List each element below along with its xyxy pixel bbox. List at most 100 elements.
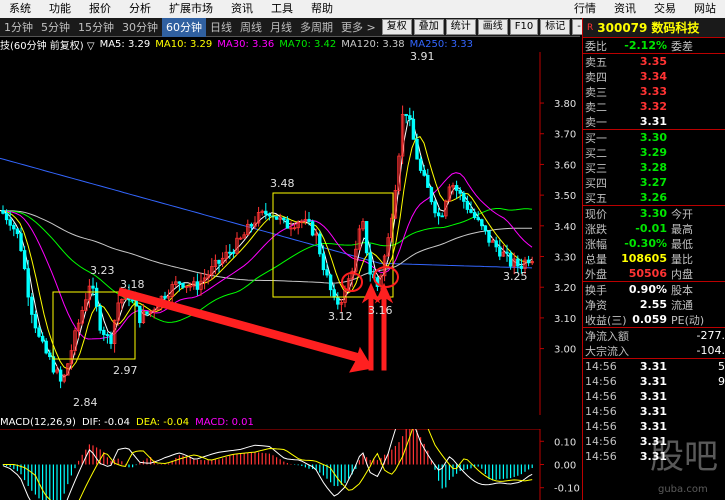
- r-badge: R: [587, 22, 594, 33]
- candle-body: [98, 306, 102, 331]
- toolbar-button-3[interactable]: 画线: [477, 19, 508, 35]
- buy-price: 3.26: [639, 191, 667, 204]
- buy-row: 买二 3.29: [583, 145, 725, 160]
- toolbar-button-1[interactable]: 叠加: [413, 19, 444, 35]
- candle-body: [91, 285, 95, 289]
- tick-row: 14:56 3.31: [583, 389, 725, 404]
- candle-body: [195, 281, 200, 290]
- stat2-label: 净资: [585, 298, 607, 312]
- menu-item-6[interactable]: 工具: [262, 0, 302, 18]
- menu-item-0[interactable]: 系统: [0, 0, 40, 18]
- stat-label-2: 最高: [671, 222, 693, 236]
- tick-time: 14:56: [585, 390, 617, 403]
- tick-volume: 9: [718, 375, 725, 388]
- price-annotation: 2.97: [113, 364, 138, 377]
- macd-y-tick: -0.10: [554, 484, 580, 495]
- price-annotation: 3.25: [503, 270, 528, 283]
- buy-price: 3.30: [639, 131, 667, 144]
- menu-item-2[interactable]: 报价: [80, 0, 120, 18]
- macd-title[interactable]: MACD(12,26,9): [0, 417, 76, 428]
- candle-body: [476, 217, 480, 221]
- menu-right-item-1[interactable]: 资讯: [605, 0, 645, 18]
- tick-time: 14:56: [585, 450, 617, 463]
- candle-body: [519, 265, 524, 269]
- stat-label: 涨幅: [585, 237, 607, 251]
- menu-item-4[interactable]: 扩展市场: [160, 0, 222, 18]
- toolbar-button-5[interactable]: 标记: [540, 19, 571, 35]
- buy-label: 买四: [585, 176, 607, 190]
- menu-item-1[interactable]: 功能: [40, 0, 80, 18]
- flow-value: -277.: [696, 329, 725, 342]
- stat-label: 外盘: [585, 267, 607, 281]
- menu-item-3[interactable]: 分析: [120, 0, 160, 18]
- toolbar-button-0[interactable]: 复权: [381, 19, 412, 35]
- candle-body: [44, 340, 48, 354]
- weicha-label: 委差: [671, 39, 693, 53]
- stat-label-2: 最低: [671, 237, 693, 251]
- stat-row: 涨幅 -0.30% 最低: [583, 236, 725, 251]
- menu-right-item-0[interactable]: 行情: [565, 0, 605, 18]
- menu-item-7[interactable]: 帮助: [302, 0, 342, 18]
- flow-row: 净流入额 -277.: [583, 328, 725, 343]
- candle-body: [469, 209, 473, 213]
- sell-label: 卖四: [585, 70, 607, 84]
- period-tab-6[interactable]: 周线: [236, 18, 266, 37]
- chart-title[interactable]: 技(60分钟 前复权) ▽: [0, 37, 95, 52]
- stat2-row: 净资 2.55 流通: [583, 297, 725, 312]
- price-annotation: 3.23: [90, 264, 115, 277]
- price-annotation: 3.48: [270, 177, 295, 190]
- candle-body: [228, 251, 232, 254]
- y-tick-label: 3.50: [554, 191, 576, 202]
- menu-right-item-2[interactable]: 交易: [645, 0, 685, 18]
- stat-label: 总量: [585, 252, 607, 266]
- toolbar-button-2[interactable]: 统计: [445, 19, 476, 35]
- candle-body: [472, 212, 477, 218]
- buy-label: 买二: [585, 146, 607, 160]
- period-tab-0[interactable]: 1分钟: [0, 18, 37, 37]
- weibi-row: 委比 -2.12% 委差: [583, 38, 725, 53]
- stat2-row: 换手 0.90% 股本: [583, 282, 725, 297]
- stat-label: 现价: [585, 207, 607, 221]
- quote-panel: R 300079 数码科技 委比 -2.12% 委差 卖五 3.35 卖四 3.34 卖…: [582, 18, 725, 500]
- period-tab-3[interactable]: 30分钟: [118, 18, 162, 37]
- stat2-row: 收益(三) 0.059 PE(动): [583, 312, 725, 327]
- period-tab-5[interactable]: 日线: [206, 18, 236, 37]
- ma5-label: MA5: 3.29: [99, 39, 151, 50]
- toolbar-button-4[interactable]: F10: [509, 19, 539, 35]
- dif-label: DIF: -0.04: [81, 417, 130, 428]
- macd-y-tick: 0.10: [554, 437, 576, 448]
- menu-right-item-3[interactable]: 网站: [685, 0, 725, 18]
- candle-body: [285, 219, 290, 229]
- macd-value-label: MACD: 0.01: [195, 417, 254, 428]
- sell-label: 卖三: [585, 85, 607, 99]
- candle-body: [264, 210, 268, 215]
- candle-body: [310, 221, 315, 236]
- dea-label: DEA: -0.04: [136, 417, 190, 428]
- stat-value: 3.30: [639, 207, 667, 220]
- flow-row: 大宗流入 -104.: [583, 343, 725, 358]
- tick-price: 3.31: [639, 450, 667, 463]
- period-tab-9[interactable]: 更多 >: [337, 18, 380, 37]
- period-tab-7[interactable]: 月线: [266, 18, 296, 37]
- buy-label: 买一: [585, 131, 607, 145]
- candle-body: [332, 289, 336, 298]
- ma70-label: MA70: 3.42: [279, 39, 337, 50]
- sell-row: 卖三 3.33: [583, 84, 725, 99]
- candle-body: [4, 212, 9, 221]
- weibi-value: -2.12%: [624, 39, 667, 52]
- buy-row: 买三 3.28: [583, 160, 725, 175]
- period-tab-8[interactable]: 多周期: [296, 18, 337, 37]
- consolidation-box-1: [52, 291, 136, 360]
- menu-item-5[interactable]: 资讯: [222, 0, 262, 18]
- stat2-value: 2.55: [639, 298, 667, 311]
- kline-chart[interactable]: 3.91 3.48 3.23 3.18 2.97 2.84 3.12 3.16 3.25 3.8…: [0, 52, 580, 415]
- candle-body: [458, 190, 462, 194]
- period-tab-1[interactable]: 5分钟: [37, 18, 74, 37]
- macd-chart[interactable]: 0.10 0.00 -0.10: [0, 429, 580, 500]
- tick-price: 3.31: [639, 390, 667, 403]
- buy-price: 3.28: [639, 161, 667, 174]
- period-tab-4[interactable]: 60分钟: [162, 17, 206, 37]
- period-tab-2[interactable]: 15分钟: [74, 18, 118, 37]
- candle-body: [12, 224, 16, 230]
- candle-body: [498, 246, 502, 257]
